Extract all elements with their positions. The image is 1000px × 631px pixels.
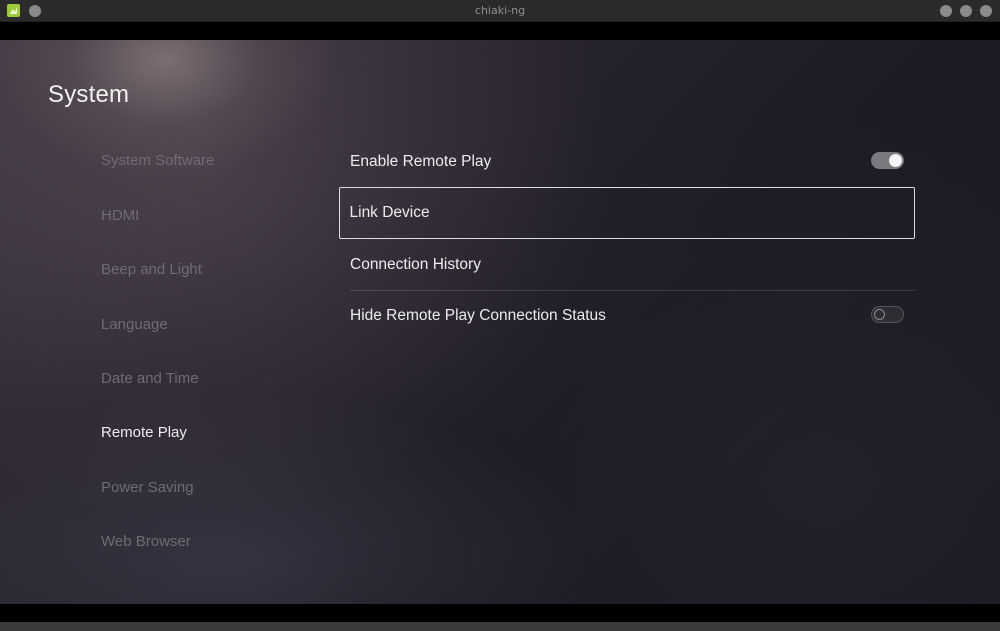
sidebar-item-beep-and-light[interactable]: Beep and Light — [101, 257, 202, 283]
sidebar-item-hdmi[interactable]: HDMI — [101, 203, 139, 229]
setting-hide-remote-play-connection-status[interactable]: Hide Remote Play Connection Status — [339, 290, 915, 342]
setting-label: Hide Remote Play Connection Status — [350, 307, 606, 324]
sidebar-item-language[interactable]: Language — [101, 312, 168, 338]
setting-label: Link Device — [349, 204, 430, 221]
sidebar-item-date-and-time[interactable]: Date and Time — [101, 366, 199, 392]
letterbox-top — [0, 22, 1000, 40]
toggle-knob-icon — [889, 154, 902, 167]
letterbox-bottom — [0, 604, 1000, 622]
close-window-icon[interactable] — [980, 5, 992, 17]
sidebar-item-remote-play[interactable]: Remote Play — [101, 420, 187, 446]
setting-label: Enable Remote Play — [350, 153, 492, 170]
enable-remote-play-toggle[interactable] — [871, 152, 904, 169]
page-title: System — [48, 81, 130, 108]
setting-label: Connection History — [350, 256, 481, 273]
sidebar-item-web-browser[interactable]: Web Browser — [101, 529, 191, 555]
setting-enable-remote-play[interactable]: Enable Remote Play — [339, 136, 915, 188]
setting-connection-history[interactable]: Connection History — [339, 239, 915, 291]
window-titlebar: chiaki-ng — [0, 0, 1000, 22]
window-bottom-edge — [0, 622, 1000, 631]
setting-link-device[interactable]: Link Device — [339, 187, 915, 239]
minimize-window-icon[interactable] — [940, 5, 952, 17]
hide-connection-status-toggle[interactable] — [871, 306, 904, 323]
maximize-window-icon[interactable] — [960, 5, 972, 17]
sidebar-item-power-saving[interactable]: Power Saving — [101, 475, 194, 501]
toggle-knob-icon — [874, 309, 885, 320]
sidebar-item-system-software[interactable]: System Software — [101, 148, 214, 174]
window-title: chiaki-ng — [474, 4, 526, 17]
remote-play-screen[interactable]: System System Software HDMI Beep and Lig… — [0, 40, 1000, 604]
